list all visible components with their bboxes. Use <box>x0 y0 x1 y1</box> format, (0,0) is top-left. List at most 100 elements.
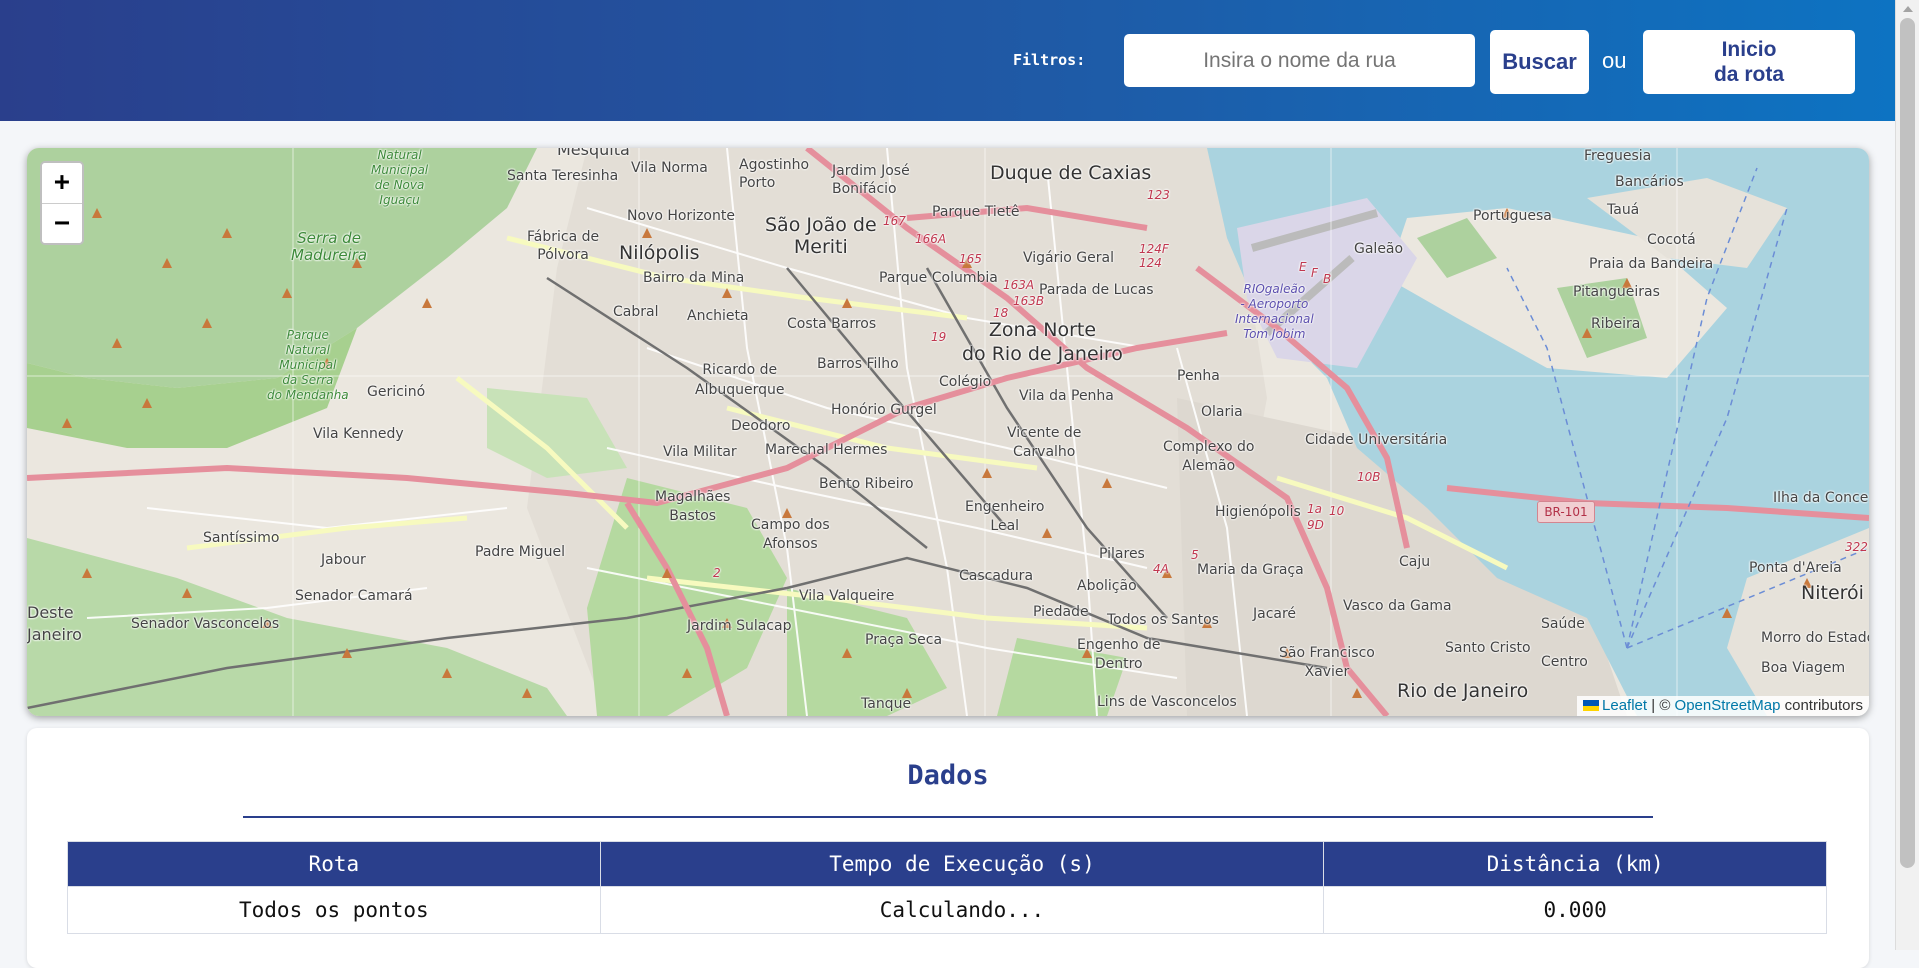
map-label-saude: Saúde <box>1541 616 1585 632</box>
map-label-bancarios: Bancários <box>1615 174 1684 190</box>
map-label-vila-kennedy: Vila Kennedy <box>313 426 404 442</box>
title-divider <box>243 816 1653 818</box>
map-label-centro: Centro <box>1541 654 1588 670</box>
map-label-higienopolis: Higienópolis <box>1215 504 1301 520</box>
attribution-separator: | © <box>1651 697 1671 714</box>
road-number: 167 <box>883 214 906 228</box>
map-label-marechal-hermes: Marechal Hermes <box>765 442 888 458</box>
map-label-taua: Tauá <box>1607 202 1640 218</box>
map-label-ponta-dareia: Ponta d'Areia <box>1749 560 1842 576</box>
road-number: 9D <box>1307 518 1324 532</box>
map-label-vila-valqueire: Vila Valqueire <box>799 588 895 604</box>
map-label-vigario-geral: Vigário Geral <box>1023 250 1114 266</box>
map-label-parque-tiete: Parque Tietê <box>932 204 1020 220</box>
column-header-tempo: Tempo de Execução (s) <box>599 841 1325 887</box>
zoom-control: + − <box>40 161 84 245</box>
map-label-mesquita: Mesquita <box>557 148 630 159</box>
map-label-gericino: Gericinó <box>367 384 426 400</box>
map-attribution: Leaflet | © OpenStreetMap contributors <box>1577 696 1869 716</box>
map-label-vila-militar: Vila Militar <box>663 444 737 460</box>
route-start-button[interactable]: Inicio da rota <box>1643 30 1855 94</box>
map-label-parque-mendanha: Parque Natural Municipal da Serra do Men… <box>267 328 349 402</box>
map-label-santissimo: Santíssimo <box>203 530 280 546</box>
map-label-santa-teresinha: Santa Teresinha <box>507 168 619 184</box>
or-text: ou <box>1602 48 1627 73</box>
map-label-cocota: Cocotá <box>1647 232 1696 248</box>
map-label-sao-joao-de-meriti: São João de Meriti <box>765 214 877 258</box>
map-label-complexo-do-alemao: Complexo do Alemão <box>1163 439 1255 474</box>
map-label-morro-do-estado: Morro do Estado <box>1761 630 1869 646</box>
map-label-deste-janeiro: Deste Janeiro <box>27 603 82 644</box>
road-number: 166A <box>915 232 947 246</box>
scroll-up-arrow-icon[interactable] <box>1903 6 1913 12</box>
map-label-sao-francisco-xavier: São Francisco Xavier <box>1279 645 1375 680</box>
road-number: 124 <box>1139 256 1162 270</box>
road-number: 2 <box>713 566 721 580</box>
road-number: 4A <box>1153 562 1169 576</box>
map-label-honorio-gurgel: Honório Gurgel <box>831 402 937 418</box>
map-label-deodoro: Deodoro <box>731 418 791 434</box>
map-label-penha: Penha <box>1177 368 1220 384</box>
map-label-cabral: Cabral <box>613 304 659 320</box>
map-label-boa-viagem: Boa Viagem <box>1761 660 1846 676</box>
map-label-niteroi: Niterói <box>1801 582 1864 604</box>
map-label-padre-miguel: Padre Miguel <box>475 544 566 560</box>
road-number: E <box>1299 260 1307 274</box>
table-row: Todos os pontos Calculando... 0.000 <box>67 886 1827 934</box>
map-label-campo-dos-afonsos: Campo dos Afonsos <box>751 517 830 552</box>
road-number: 19 <box>931 330 947 344</box>
table-header-row: Rota Tempo de Execução (s) Distância (km… <box>67 841 1827 887</box>
road-number: 10 <box>1329 504 1345 518</box>
leaflet-link[interactable]: Leaflet <box>1602 697 1647 714</box>
map-label-magalhaes-bastos: Magalhães Bastos <box>655 489 731 524</box>
top-header: Filtros: Buscar ou Inicio da rota <box>0 0 1895 121</box>
map-view[interactable]: Mesquita Vila Norma Agostinho Porto Jard… <box>27 148 1869 716</box>
map-label-pilares: Pilares <box>1099 546 1145 562</box>
zoom-in-button[interactable]: + <box>42 163 82 204</box>
map-label-fabrica-de-polvora: Fábrica de Pólvora <box>527 229 600 263</box>
road-number: 5 <box>1191 548 1199 562</box>
map-label-todos-os-santos: Todos os Santos <box>1107 612 1219 628</box>
map-label-praca-seca: Praça Seca <box>865 632 943 648</box>
road-number: 124F <box>1139 242 1169 256</box>
openstreetmap-link[interactable]: OpenStreetMap <box>1675 697 1781 714</box>
map-label-jacare: Jacaré <box>1253 606 1297 622</box>
map-label-piedade: Piedade <box>1033 604 1089 620</box>
map-label-cascadura: Cascadura <box>959 568 1034 584</box>
map-label-zona-norte: Zona Norte do Rio de Janeiro <box>962 319 1123 365</box>
ukraine-flag-icon <box>1583 700 1600 711</box>
road-number: 10B <box>1357 470 1381 484</box>
page-scrollbar[interactable] <box>1895 0 1919 950</box>
map-label-lins-de-vasconcelos: Lins de Vasconcelos <box>1097 694 1237 710</box>
map-label-aeroporto: RIOgaleão - Aeroporto Internacional Tom … <box>1235 282 1314 341</box>
map-label-ilha-da-conceicao: Ilha da Conce <box>1773 490 1869 506</box>
search-button[interactable]: Buscar <box>1490 30 1589 94</box>
map-label-nilopolis: Nilópolis <box>619 242 700 264</box>
cell-distancia: 0.000 <box>1323 886 1827 934</box>
map-label-parque-columbia: Parque Columbia <box>879 270 998 286</box>
map-label-vila-norma: Vila Norma <box>631 160 708 176</box>
column-header-rota: Rota <box>67 841 601 887</box>
road-number: 322 <box>1845 540 1868 554</box>
map-label-santo-cristo: Santo Cristo <box>1445 640 1531 656</box>
map-label-engenheiro-leal: Engenheiro Leal <box>965 499 1045 534</box>
map-label-freguesia: Freguesia <box>1584 148 1652 164</box>
filters-label: Filtros: <box>1013 51 1086 69</box>
highway-shield: BR-101 <box>1537 501 1595 523</box>
road-number: 18 <box>993 306 1009 320</box>
map-label-portuguesa: Portuguesa <box>1473 208 1552 224</box>
map-label-jardim-jose-bonifacio: Jardim José Bonifácio <box>832 163 910 197</box>
map-label-serra-de-madureira: Serra de Madureira <box>291 229 368 264</box>
map-label-bento-ribeiro: Bento Ribeiro <box>819 476 914 492</box>
map-label-jardim-sulacap: Jardim Sulacap <box>687 618 792 634</box>
road-number: 163B <box>1013 294 1045 308</box>
map-label-olaria: Olaria <box>1201 404 1243 420</box>
scrollbar-thumb[interactable] <box>1900 18 1915 868</box>
map-label-jabour: Jabour <box>321 552 366 568</box>
road-number: 165 <box>959 252 982 266</box>
road-number: 163A <box>1003 278 1035 292</box>
street-search-input[interactable] <box>1124 34 1475 87</box>
map-label-colegio: Colégio <box>939 374 992 390</box>
zoom-out-button[interactable]: − <box>42 204 82 243</box>
map-label-ribeira: Ribeira <box>1591 316 1641 332</box>
